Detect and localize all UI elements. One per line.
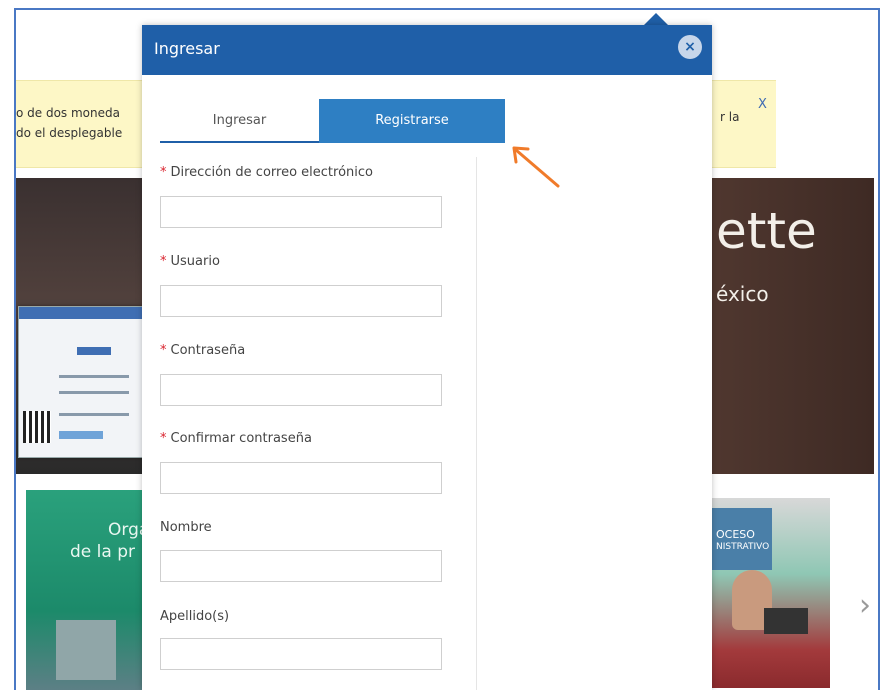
annotation-arrow-icon (512, 146, 560, 188)
